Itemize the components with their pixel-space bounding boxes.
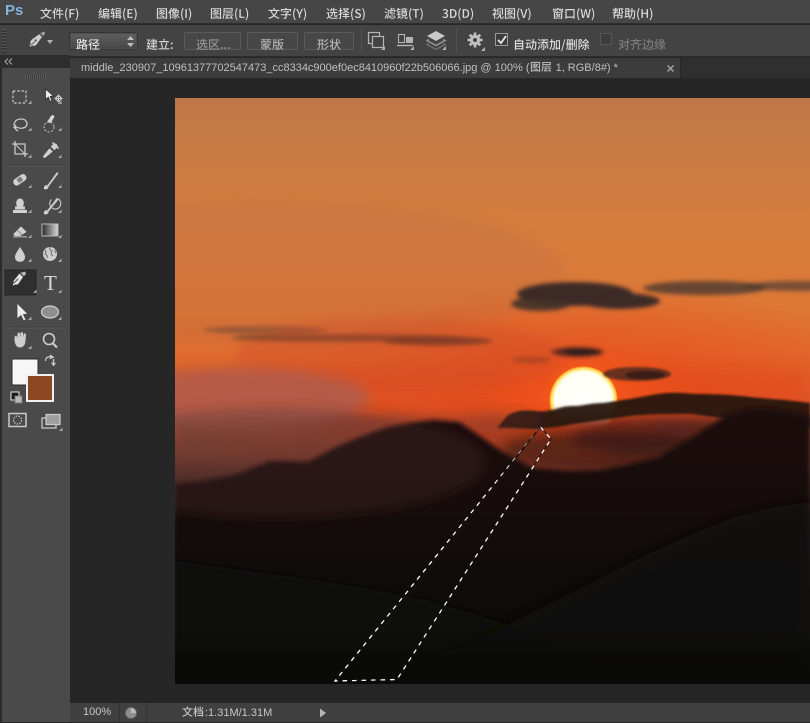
svg-text:T: T bbox=[44, 271, 57, 295]
